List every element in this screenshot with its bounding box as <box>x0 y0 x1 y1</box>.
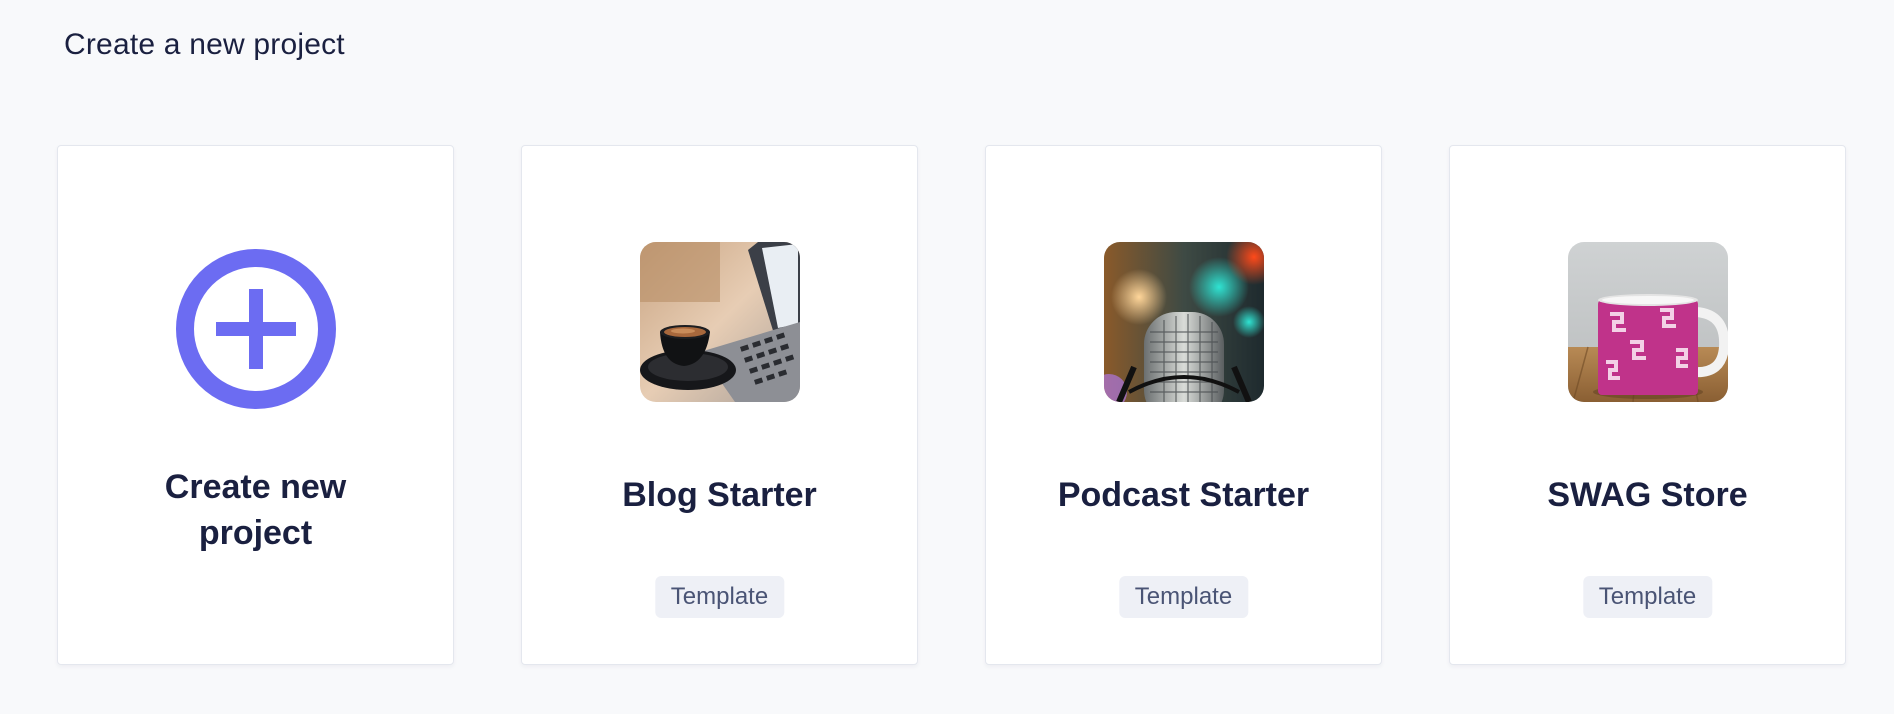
template-title: Blog Starter <box>622 476 817 514</box>
template-title: Podcast Starter <box>1057 476 1310 514</box>
template-title: SWAG Store <box>1547 476 1748 514</box>
template-badge: Template <box>654 576 785 618</box>
template-card-podcast-starter[interactable]: Podcast Starter Template <box>985 145 1382 665</box>
template-card-blog-starter[interactable]: Blog Starter Template <box>521 145 918 665</box>
blog-starter-thumbnail <box>640 242 800 402</box>
create-new-project-card[interactable]: Create new project <box>57 145 454 665</box>
swag-store-thumbnail <box>1568 242 1728 402</box>
plus-circle-icon <box>176 249 336 409</box>
podcast-starter-thumbnail <box>1104 242 1264 402</box>
template-card-swag-store[interactable]: SWAG Store Template <box>1449 145 1846 665</box>
page-title: Create a new project <box>64 28 345 61</box>
create-new-project-label: Create new project <box>164 468 347 552</box>
project-cards: Create new project Blog Starter Template… <box>57 145 1846 665</box>
template-badge: Template <box>1582 576 1713 618</box>
template-badge: Template <box>1118 576 1249 618</box>
